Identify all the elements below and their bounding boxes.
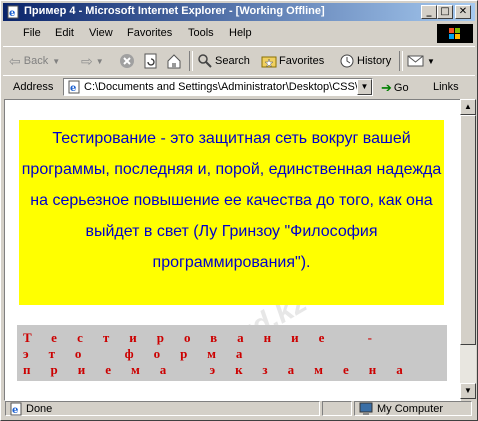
scroll-down-icon[interactable]: ▼ xyxy=(460,383,476,399)
address-bar: Address e C:\Documents and Settings\Admi… xyxy=(3,75,475,98)
menu-edit[interactable]: Edit xyxy=(55,27,74,39)
back-label: Back xyxy=(23,55,49,67)
stop-icon xyxy=(120,54,134,68)
menu-favorites[interactable]: Favorites xyxy=(127,27,172,39)
page-content: Stud.kz Stud.kz Тестирование - это защит… xyxy=(4,99,461,401)
search-label: Search xyxy=(215,55,250,67)
forward-button[interactable]: ⇨ ▼ xyxy=(81,51,104,71)
refresh-button[interactable] xyxy=(143,51,159,71)
svg-text:e: e xyxy=(9,8,15,19)
favorites-folder-icon xyxy=(261,56,277,68)
address-label: Address xyxy=(13,81,54,93)
go-label: Go xyxy=(393,82,409,94)
zone-panel: My Computer xyxy=(354,401,472,416)
back-dropdown-icon: ▼ xyxy=(52,56,61,66)
links-button[interactable]: Links xyxy=(433,81,459,93)
history-button[interactable]: History xyxy=(339,51,391,71)
close-button[interactable]: ✕ xyxy=(455,5,471,19)
status-progress-panel xyxy=(322,401,352,416)
favorites-button[interactable]: Favorites xyxy=(261,51,324,71)
menu-bar: File Edit View Favorites Tools Help xyxy=(3,23,475,43)
title-bar[interactable]: e Пример 4 - Microsoft Internet Explorer… xyxy=(3,3,475,21)
favorites-label: Favorites xyxy=(279,55,325,67)
standard-toolbar: ⇦ Back ▼ ⇨ ▼ Search Favorites History ▼ xyxy=(3,46,475,76)
spaced-paragraph: Тестирование - это форма приема экзамена xyxy=(17,325,447,381)
vertical-scrollbar[interactable]: ▲ ▼ xyxy=(460,99,476,399)
status-text-panel: e Done xyxy=(5,401,320,416)
toolbar-separator xyxy=(399,51,403,71)
refresh-icon xyxy=(144,53,157,69)
menu-help[interactable]: Help xyxy=(229,27,252,39)
window-title: Пример 4 - Microsoft Internet Explorer -… xyxy=(24,5,325,17)
windows-logo-icon xyxy=(437,24,473,43)
svg-text:e: e xyxy=(12,405,18,416)
address-input[interactable]: e C:\Documents and Settings\Administrato… xyxy=(63,78,373,96)
history-label: History xyxy=(357,55,392,67)
menu-view[interactable]: View xyxy=(89,27,113,39)
stop-button[interactable] xyxy=(119,51,135,71)
minimize-button[interactable]: _ xyxy=(421,5,437,19)
menu-file[interactable]: File xyxy=(23,27,41,39)
toolbar-separator xyxy=(189,51,193,71)
forward-arrow-icon: ⇨ xyxy=(81,52,93,69)
forward-dropdown-icon: ▼ xyxy=(95,56,104,66)
back-arrow-icon: ⇦ xyxy=(9,52,21,69)
go-button[interactable]: ➔ Go xyxy=(381,80,409,96)
zone-text: My Computer xyxy=(377,402,444,415)
go-arrow-icon: ➔ xyxy=(381,80,392,95)
scroll-up-icon[interactable]: ▲ xyxy=(460,99,476,115)
search-icon xyxy=(198,54,212,68)
home-button[interactable] xyxy=(166,51,182,71)
browser-window: e Пример 4 - Microsoft Internet Explorer… xyxy=(0,0,478,421)
status-text: Done xyxy=(26,402,53,415)
back-button[interactable]: ⇦ Back ▼ xyxy=(9,51,60,71)
history-icon xyxy=(340,54,354,68)
status-bar: e Done My Computer xyxy=(3,400,475,418)
computer-icon xyxy=(359,402,373,415)
scroll-thumb[interactable] xyxy=(460,115,476,345)
mail-dropdown-icon: ▼ xyxy=(427,56,435,66)
search-button[interactable]: Search xyxy=(197,51,250,71)
home-icon xyxy=(167,54,181,69)
page-icon: e xyxy=(68,80,80,94)
maximize-button[interactable]: □ xyxy=(437,5,453,19)
svg-text:e: e xyxy=(70,83,76,94)
address-dropdown-icon[interactable]: ▼ xyxy=(357,79,372,95)
mail-icon xyxy=(407,55,424,67)
address-value: C:\Documents and Settings\Administrator\… xyxy=(84,81,365,93)
menu-tools[interactable]: Tools xyxy=(188,27,214,39)
ie-page-icon: e xyxy=(7,5,19,19)
page-done-icon: e xyxy=(10,402,22,416)
mail-button[interactable]: ▼ xyxy=(407,51,435,71)
quote-paragraph: Тестирование - это защитная сеть вокруг … xyxy=(19,120,444,305)
